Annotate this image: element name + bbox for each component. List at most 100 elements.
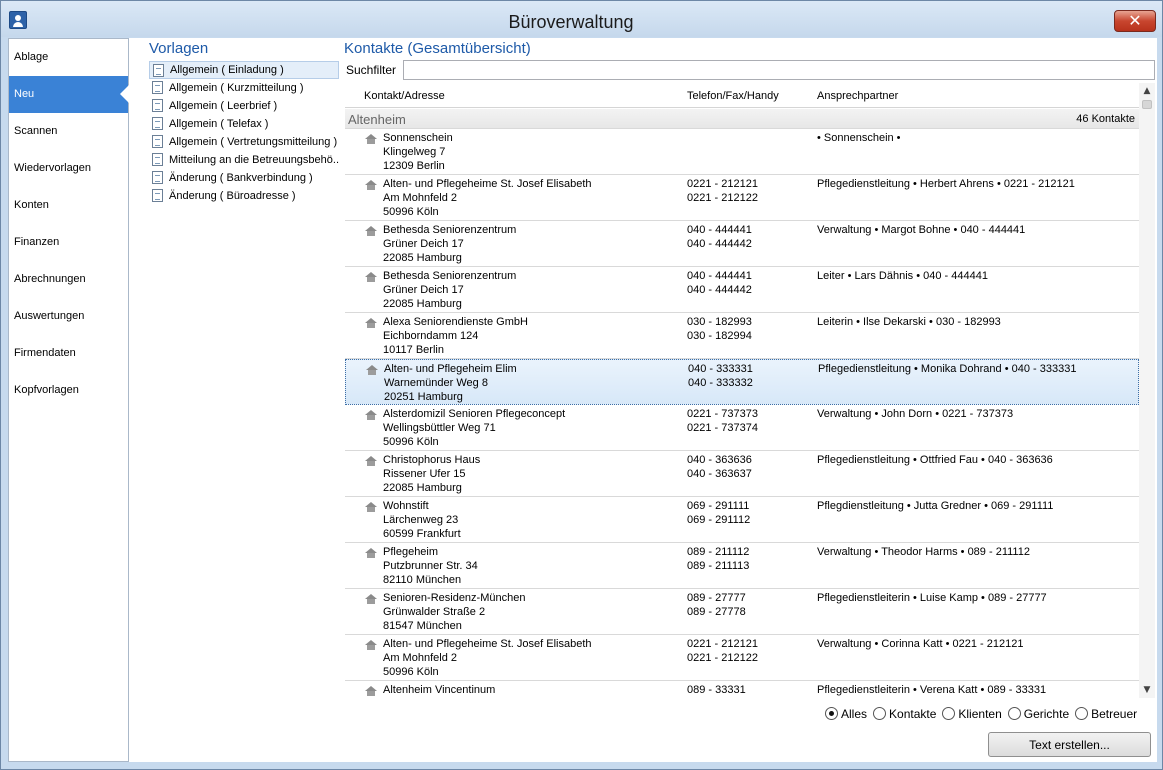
nav-item-kopfvorlagen[interactable]: Kopfvorlagen	[9, 372, 128, 409]
address-street: Lärchenweg 23	[383, 514, 459, 526]
phone-tel: 040 - 444441	[687, 270, 752, 282]
table-row[interactable]: Wohnstift Lärchenweg 23 60599 Frankfurt 069…	[345, 497, 1139, 543]
address-street: Klingelweg 7	[383, 146, 446, 158]
column-header-contact[interactable]: Ansprechpartner	[817, 90, 898, 102]
nav-item-scannen[interactable]: Scannen	[9, 113, 128, 150]
template-item[interactable]: Änderung ( Bankverbindung )	[149, 169, 339, 187]
address-city: 10117 Berlin	[383, 344, 444, 356]
address-street: Putzbrunner Str. 34	[383, 560, 478, 572]
document-icon	[153, 64, 164, 77]
address-name: Alexa Seniorendienste GmbH	[383, 316, 528, 328]
table-row[interactable]: Pflegeheim Putzbrunner Str. 34 82110 Münch…	[345, 543, 1139, 589]
contact-person-cell: Pflegedienstleitung • Ottfried Fau • 040…	[817, 454, 1053, 466]
contact-person-cell: Pflegedienstleitung • Monika Dohrand • 0…	[818, 363, 1077, 375]
address-street: Wellingsbüttler Weg 71	[383, 422, 496, 434]
phone-cell: 069 - 291111 069 - 291112	[687, 499, 750, 527]
scroll-thumb[interactable]	[1142, 100, 1152, 109]
template-item[interactable]: Allgemein ( Kurzmitteilung )	[149, 79, 339, 97]
radio-kontakte[interactable]: Kontakte	[873, 707, 936, 721]
template-label: Mitteilung an die Betreuungsbehö...	[169, 154, 339, 166]
vertical-scrollbar[interactable]: ▲ ▼	[1139, 83, 1155, 698]
column-header-phone[interactable]: Telefon/Fax/Handy	[687, 90, 779, 102]
template-list: Allgemein ( Einladung ) Allgemein ( Kurzm…	[149, 61, 339, 205]
contacts-grid: Kontakt/Adresse Telefon/Fax/Handy Anspre…	[345, 83, 1155, 698]
radio-label: Kontakte	[889, 707, 937, 721]
template-label: Änderung ( Büroadresse )	[169, 190, 296, 202]
window-title: Büroverwaltung	[508, 12, 634, 32]
table-row[interactable]: Alten- und Pflegeheime St. Josef Elisabe…	[345, 175, 1139, 221]
nav-item-abrechnungen[interactable]: Abrechnungen	[9, 261, 128, 298]
table-row[interactable]: Senioren-Residenz-München Grünwalder Stra…	[345, 589, 1139, 635]
table-row[interactable]: Bethesda Seniorenzentrum Grüner Deich 17 2…	[345, 267, 1139, 313]
address-street: Warnemünder Weg 8	[384, 377, 488, 389]
template-item[interactable]: Mitteilung an die Betreuungsbehö...	[149, 151, 339, 169]
contact-person-cell: • Sonnenschein •	[817, 132, 901, 144]
document-icon	[152, 153, 163, 166]
phone-cell: 040 - 333331 040 - 333332	[688, 362, 753, 390]
vorlagen-title: Vorlagen	[149, 40, 209, 57]
address-city: 50996 Köln	[383, 666, 439, 678]
table-row[interactable]: Altenheim Vincentinum 089 - 33331 Pflegedi…	[345, 681, 1139, 698]
address-street: Grüner Deich 17	[383, 238, 464, 250]
house-icon	[365, 640, 377, 650]
nav-item-ablage[interactable]: Ablage	[9, 39, 128, 76]
template-item[interactable]: Änderung ( Büroadresse )	[149, 187, 339, 205]
filter-radio-group: Alles Kontakte Klienten Gerichte Betreuer	[825, 707, 1143, 723]
template-label: Allgemein ( Einladung )	[170, 64, 284, 76]
table-row[interactable]: Christophorus Haus Rissener Ufer 15 22085 …	[345, 451, 1139, 497]
address-name: Alten- und Pflegeheime St. Josef Elisabe…	[383, 638, 592, 650]
search-filter-input[interactable]	[403, 60, 1155, 80]
address-cell: Alexa Seniorendienste GmbH Eichborndamm 1…	[383, 315, 528, 357]
phone-fax: 030 - 182994	[687, 330, 752, 342]
group-name: Altenheim	[348, 112, 406, 127]
column-header-address[interactable]: Kontakt/Adresse	[364, 90, 445, 102]
radio-gerichte[interactable]: Gerichte	[1007, 707, 1069, 721]
template-item[interactable]: Allgemein ( Leerbrief )	[149, 97, 339, 115]
table-row[interactable]: Bethesda Seniorenzentrum Grüner Deich 17 2…	[345, 221, 1139, 267]
scroll-down-icon[interactable]: ▼	[1139, 682, 1155, 698]
address-cell: Alten- und Pflegeheime St. Josef Elisabe…	[383, 637, 592, 679]
radio-dot	[942, 707, 956, 720]
table-row[interactable]: Alten- und Pflegeheim Elim Warnemünder We…	[345, 359, 1139, 405]
close-button[interactable]: ✕	[1114, 10, 1156, 32]
phone-fax: 0221 - 212122	[687, 192, 758, 204]
nav-item-auswertungen[interactable]: Auswertungen	[9, 298, 128, 335]
scroll-up-icon[interactable]: ▲	[1139, 83, 1155, 99]
table-row[interactable]: Sonnenschein Klingelweg 7 12309 Berlin • So…	[345, 129, 1139, 175]
radio-dot	[1075, 707, 1089, 720]
house-icon	[365, 548, 377, 558]
address-cell: Pflegeheim Putzbrunner Str. 34 82110 Münch…	[383, 545, 478, 587]
nav-item-finanzen[interactable]: Finanzen	[9, 224, 128, 261]
house-icon	[365, 272, 377, 282]
radio-betreuer[interactable]: Betreuer	[1075, 707, 1137, 721]
phone-tel: 030 - 182993	[687, 316, 752, 328]
nav-item-konten[interactable]: Konten	[9, 187, 128, 224]
address-name: Sonnenschein	[383, 132, 453, 144]
table-row[interactable]: Alsterdomizil Senioren Pflegeconcept Well…	[345, 405, 1139, 451]
document-icon	[152, 135, 163, 148]
radio-klienten[interactable]: Klienten	[942, 707, 1002, 721]
phone-tel: 069 - 291111	[687, 500, 750, 512]
nav-item-neu[interactable]: Neu	[9, 76, 129, 113]
address-city: 50996 Köln	[383, 436, 439, 448]
phone-fax: 089 - 211113	[687, 560, 750, 572]
template-item[interactable]: Allgemein ( Vertretungsmitteilung )	[149, 133, 339, 151]
nav-item-wiedervorlagen[interactable]: Wiedervorlagen	[9, 150, 128, 187]
template-item[interactable]: Allgemein ( Einladung )	[149, 61, 339, 79]
phone-cell: 030 - 182993 030 - 182994	[687, 315, 752, 343]
template-label: Allgemein ( Kurzmitteilung )	[169, 82, 304, 94]
radio-alles[interactable]: Alles	[825, 707, 867, 721]
nav-item-firmendaten[interactable]: Firmendaten	[9, 335, 128, 372]
table-row[interactable]: Alexa Seniorendienste GmbH Eichborndamm 1…	[345, 313, 1139, 359]
table-row[interactable]: Alten- und Pflegeheime St. Josef Elisabe…	[345, 635, 1139, 681]
address-city: 50996 Köln	[383, 206, 439, 218]
template-item[interactable]: Allgemein ( Telefax )	[149, 115, 339, 133]
contact-person-cell: Pflegdienstleitung • Jutta Gredner • 069…	[817, 500, 1054, 512]
contact-person-cell: Pflegedienstleiterin • Luise Kamp • 089 …	[817, 592, 1047, 604]
group-row[interactable]: Altenheim 46 Kontakte	[345, 109, 1139, 129]
template-label: Änderung ( Bankverbindung )	[169, 172, 313, 184]
phone-fax: 0221 - 212122	[687, 652, 758, 664]
radio-label: Betreuer	[1091, 707, 1138, 721]
create-text-button[interactable]: Text erstellen...	[988, 732, 1151, 757]
address-name: Wohnstift	[383, 500, 429, 512]
